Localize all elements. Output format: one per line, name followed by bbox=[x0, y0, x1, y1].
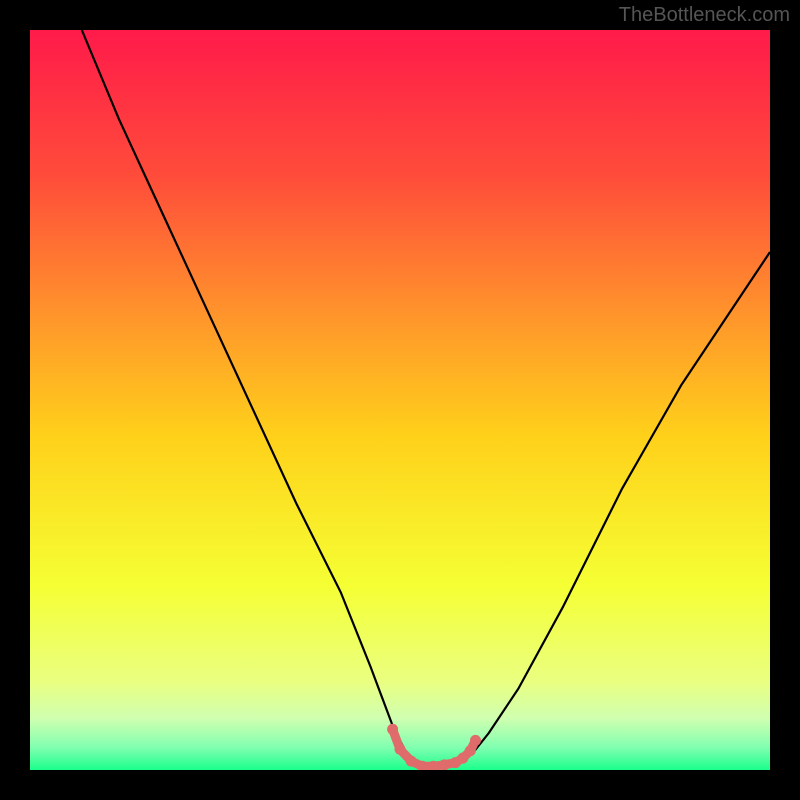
bottleneck-chart bbox=[30, 30, 770, 770]
chart-container bbox=[30, 30, 770, 770]
optimal-point bbox=[406, 756, 417, 767]
optimal-point bbox=[465, 745, 476, 756]
optimal-point bbox=[470, 735, 481, 746]
optimal-point bbox=[439, 759, 450, 770]
optimal-point bbox=[395, 744, 406, 755]
optimal-point bbox=[387, 724, 398, 735]
chart-background bbox=[30, 30, 770, 770]
watermark-text: TheBottleneck.com bbox=[619, 4, 790, 27]
